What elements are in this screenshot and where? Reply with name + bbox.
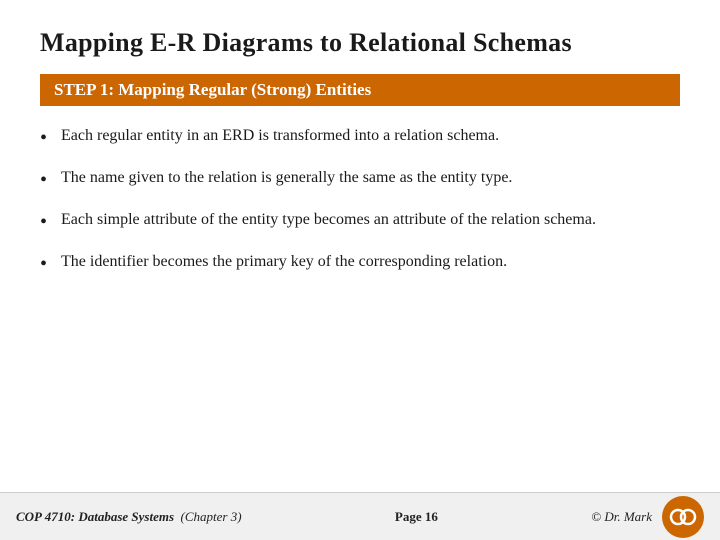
bullet-text: The name given to the relation is genera… (61, 166, 512, 191)
bullet-list: • Each regular entity in an ERD is trans… (40, 124, 680, 278)
bullet-text: Each simple attribute of the entity type… (61, 208, 596, 233)
content-area: STEP 1: Mapping Regular (Strong) Entitie… (0, 74, 720, 492)
bullet-text: Each regular entity in an ERD is transfo… (61, 124, 499, 149)
bullet-dot: • (40, 166, 47, 194)
footer-author: © Dr. Mark (591, 509, 652, 525)
footer-end: © Dr. Mark (591, 496, 704, 538)
step-header: STEP 1: Mapping Regular (Strong) Entitie… (40, 74, 680, 106)
footer-page: Page 16 (395, 509, 438, 525)
footer-logo (662, 496, 704, 538)
bullet-dot: • (40, 250, 47, 278)
footer: COP 4710: Database Systems (Chapter 3) P… (0, 492, 720, 540)
footer-chapter: (Chapter 3) (181, 509, 242, 524)
bullet-text: The identifier becomes the primary key o… (61, 250, 507, 275)
footer-left: COP 4710: Database Systems (Chapter 3) (16, 509, 242, 525)
list-item: • Each simple attribute of the entity ty… (40, 208, 680, 236)
list-item: • The identifier becomes the primary key… (40, 250, 680, 278)
slide-title: Mapping E-R Diagrams to Relational Schem… (0, 0, 720, 74)
bullet-dot: • (40, 208, 47, 236)
footer-course: COP 4710: Database Systems (16, 509, 174, 524)
slide: Mapping E-R Diagrams to Relational Schem… (0, 0, 720, 540)
list-item: • The name given to the relation is gene… (40, 166, 680, 194)
bullet-dot: • (40, 124, 47, 152)
list-item: • Each regular entity in an ERD is trans… (40, 124, 680, 152)
